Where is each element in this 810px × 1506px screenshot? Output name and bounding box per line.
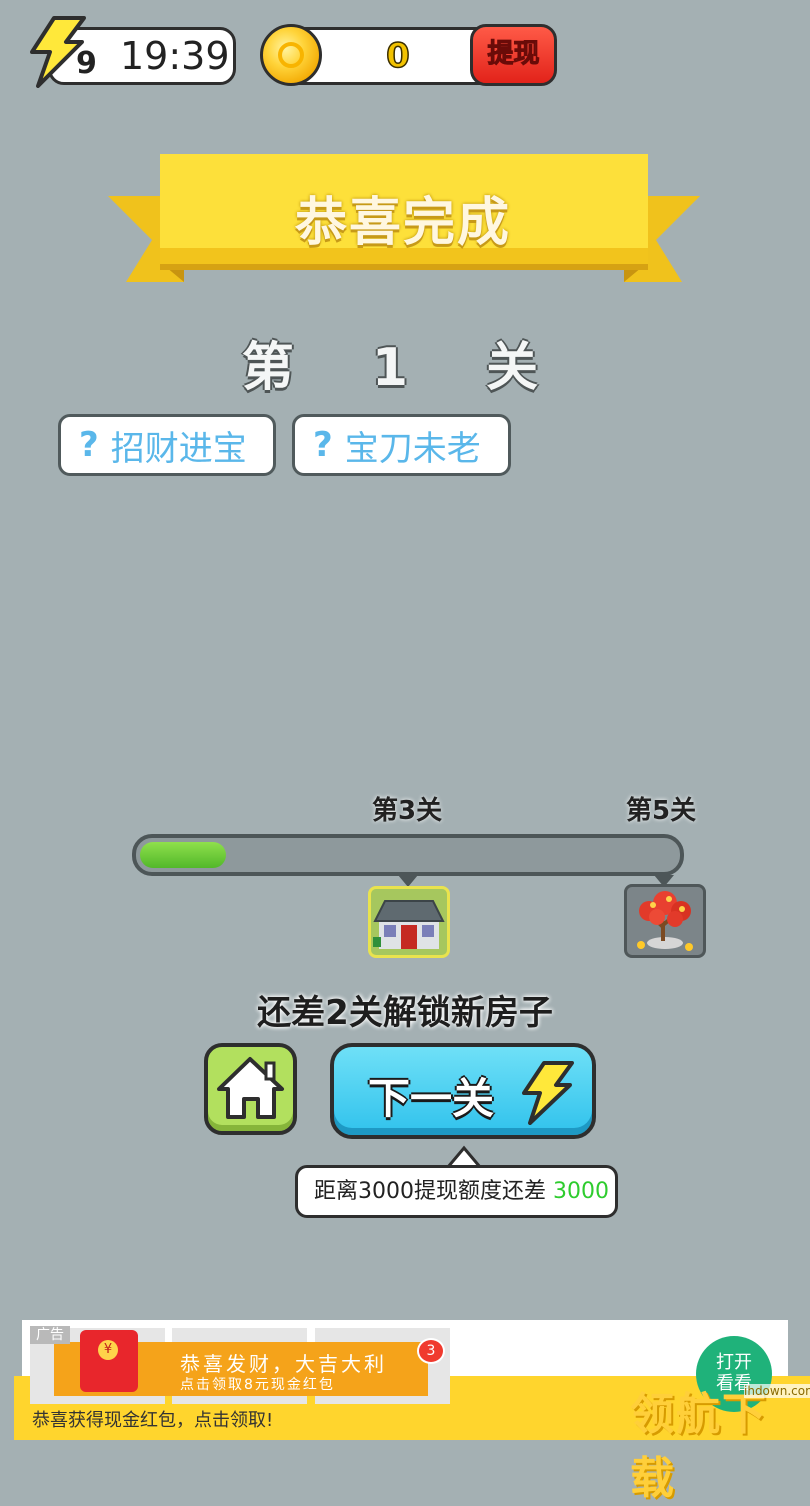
withdraw-tip-text: 距离3000提现额度还差 bbox=[314, 1179, 553, 1204]
withdraw-button[interactable]: 提现 bbox=[470, 24, 557, 86]
idiom-hint-button-1[interactable]: ? 招财进宝 bbox=[58, 414, 276, 476]
idiom-hint-label: 宝刀未老 bbox=[344, 428, 481, 469]
withdraw-tip-amount: 3000 bbox=[552, 1179, 609, 1204]
house-reward-icon[interactable] bbox=[368, 886, 450, 958]
watermark-site: ihdown.com bbox=[744, 1384, 810, 1398]
idiom-hint-label: 招财进宝 bbox=[110, 428, 247, 469]
ad-notification-badge: 3 bbox=[417, 1338, 445, 1364]
withdraw-tip-bubble: 距离3000提现额度还差 3000 bbox=[295, 1165, 618, 1218]
level-progress-fill bbox=[140, 842, 226, 868]
question-icon: ? bbox=[79, 425, 99, 465]
ad-bottom-text: 恭喜获得现金红包，点击领取! bbox=[32, 1410, 274, 1431]
ad-tag: 广告 bbox=[30, 1326, 70, 1344]
level-progress-bar bbox=[132, 834, 684, 876]
coin-count: 0 bbox=[385, 35, 410, 77]
money-tree-reward-icon[interactable] bbox=[624, 884, 706, 958]
ad-headline: 恭喜发财，大吉大利 bbox=[180, 1352, 387, 1376]
red-envelope-icon bbox=[80, 1330, 138, 1392]
completion-title: 恭喜完成 bbox=[294, 193, 511, 253]
next-level-button[interactable]: 下一关 bbox=[330, 1043, 596, 1139]
coin-icon bbox=[260, 24, 322, 86]
milestone-label-3: 第3关 bbox=[372, 796, 443, 826]
home-button[interactable] bbox=[204, 1043, 297, 1135]
level-label: 第 1 关 bbox=[241, 338, 569, 398]
question-icon: ? bbox=[313, 425, 333, 465]
home-icon bbox=[217, 1057, 284, 1119]
milestone-label-5: 第5关 bbox=[626, 796, 697, 826]
next-level-label: 下一关 bbox=[368, 1074, 495, 1123]
unlock-progress-text: 还差2关解锁新房子 bbox=[257, 993, 553, 1033]
ad-subtitle: 点击领取8元现金红包 bbox=[180, 1377, 335, 1393]
energy-count: 9 bbox=[76, 46, 97, 81]
idiom-hint-button-2[interactable]: ? 宝刀未老 bbox=[292, 414, 511, 476]
energy-bolt-icon bbox=[522, 1061, 574, 1125]
energy-timer: 19:39 bbox=[120, 34, 230, 78]
